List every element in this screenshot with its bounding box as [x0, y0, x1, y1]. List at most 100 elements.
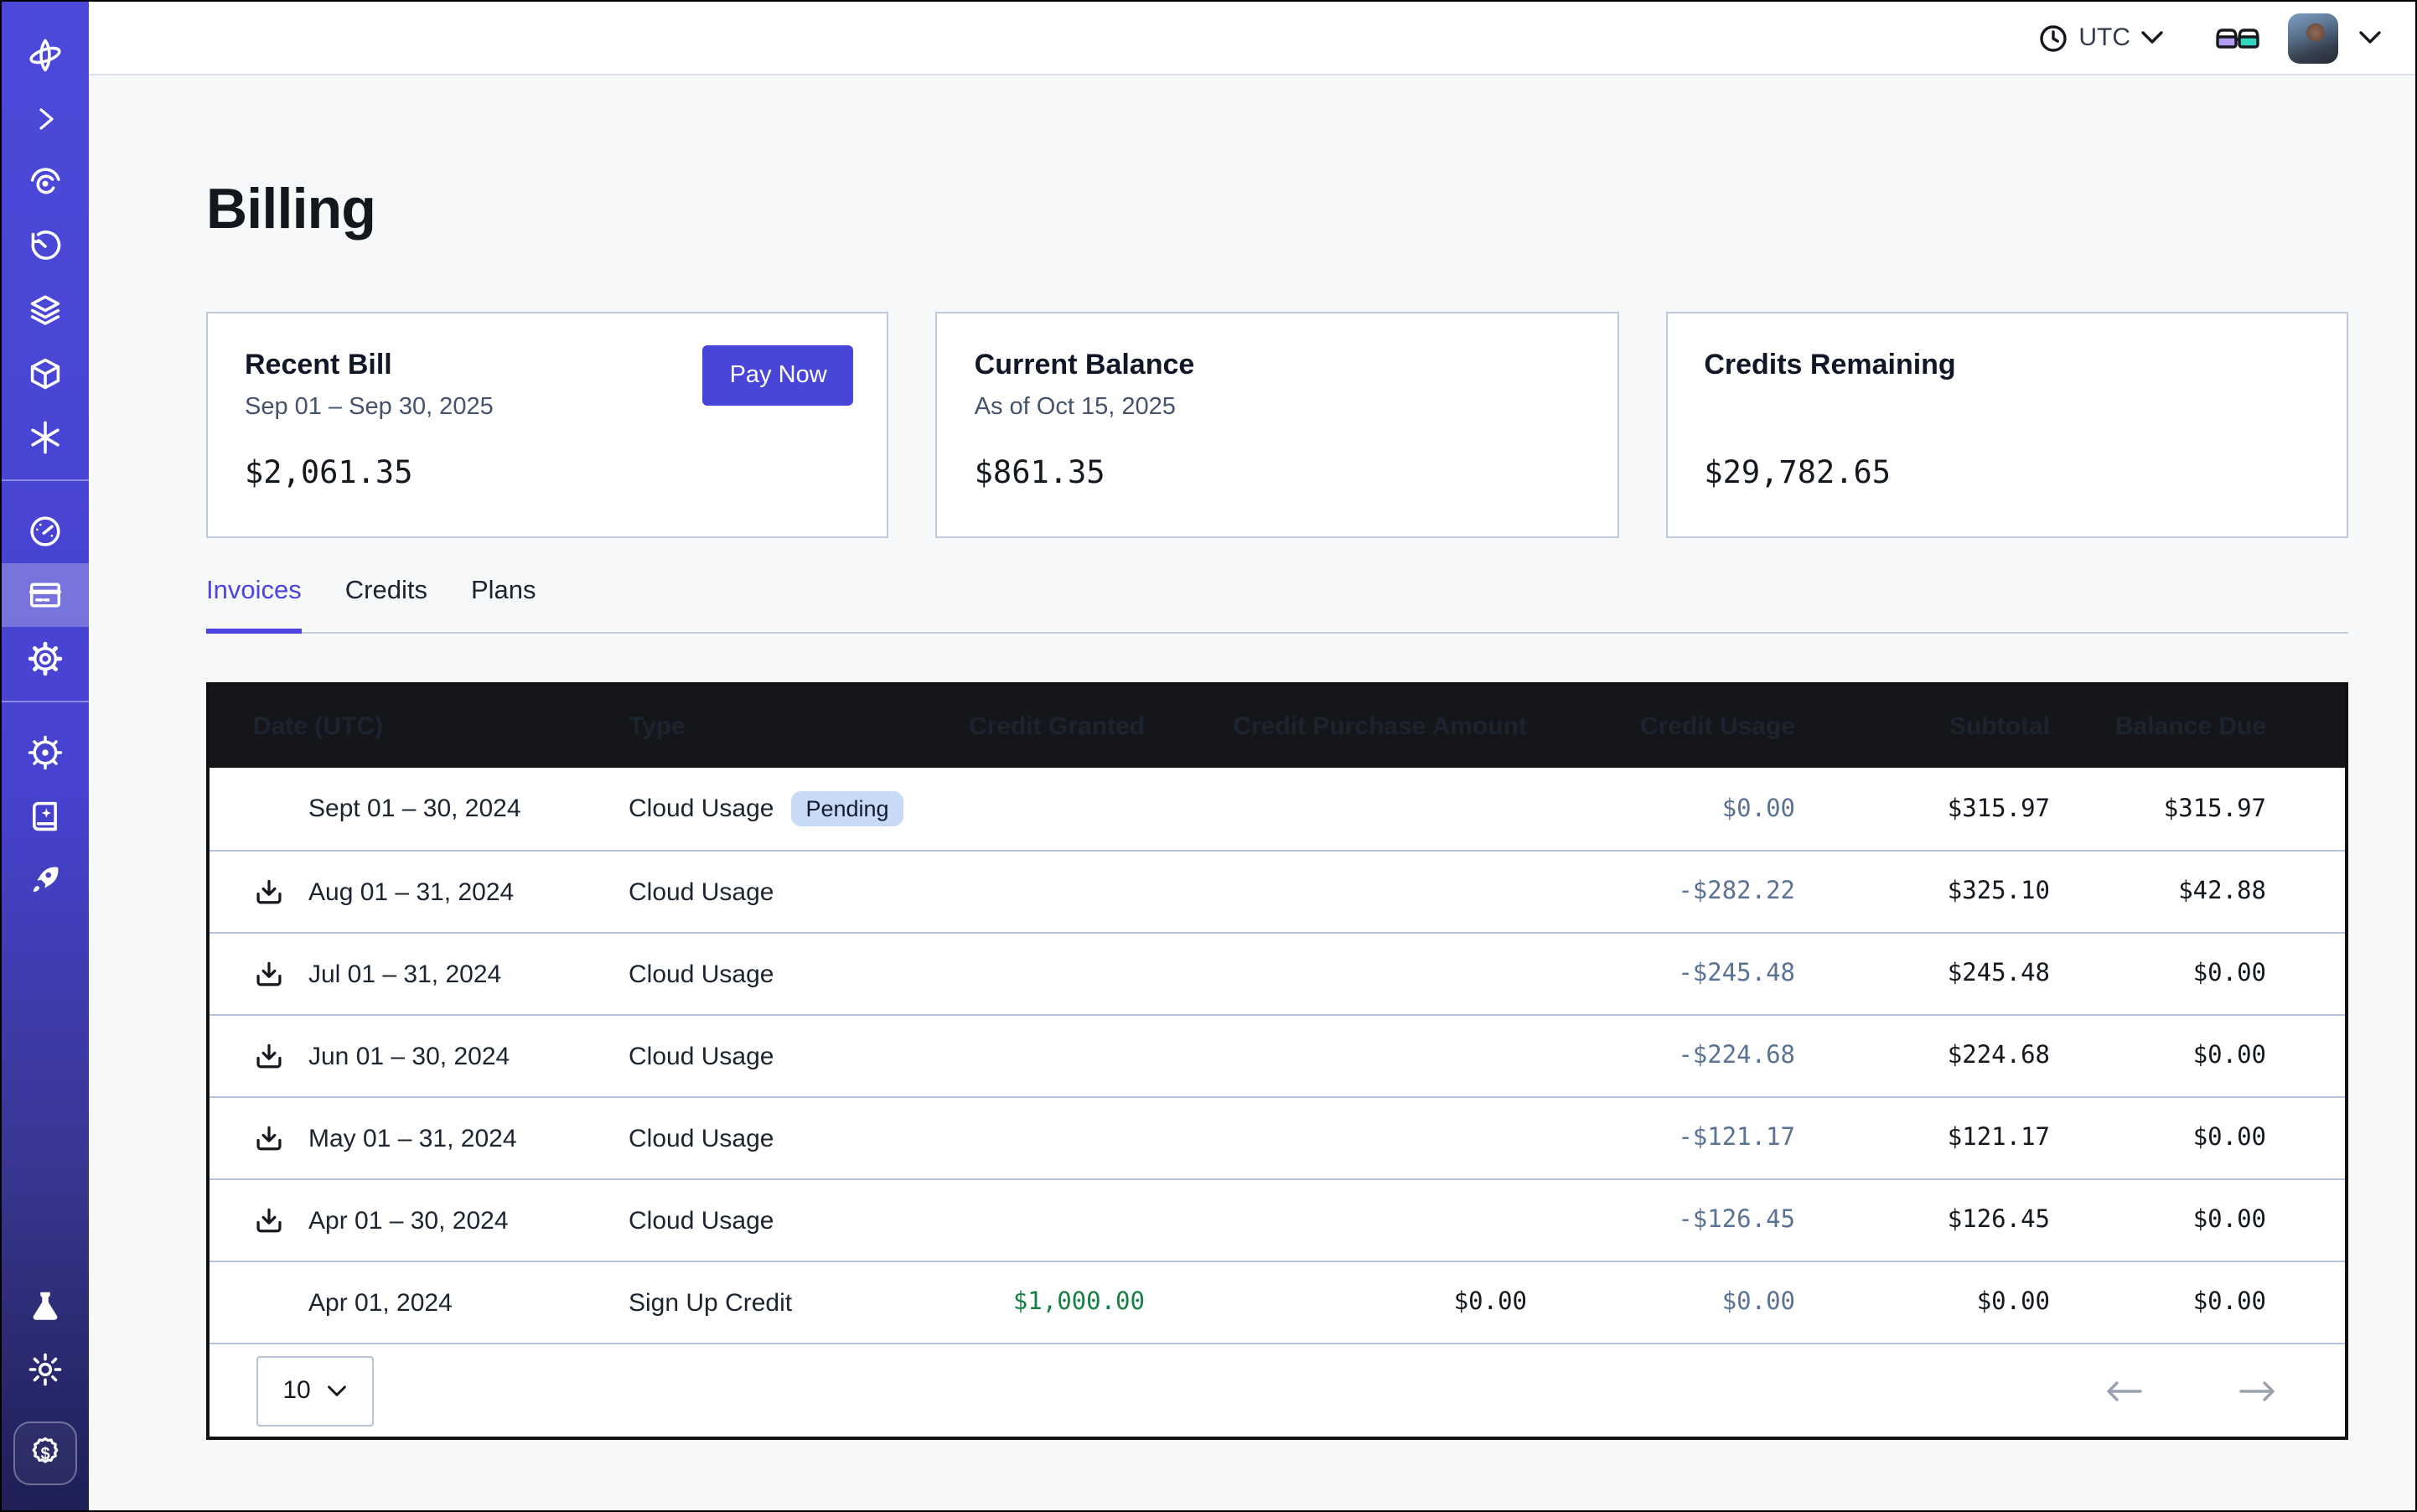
sidebar-item-theme[interactable] [2, 1338, 89, 1401]
table-footer: 10 [210, 1343, 2345, 1437]
pay-now-button[interactable]: Pay Now [703, 345, 854, 406]
sidebar-item-billing[interactable] [2, 563, 89, 627]
card-title: Credits Remaining [1704, 349, 2310, 382]
tab-credits[interactable]: Credits [345, 577, 427, 634]
column-header: Credit Purchase Amount [1145, 712, 1527, 741]
subtotal-value: $325.10 [1795, 878, 2050, 905]
column-header: Subtotal [1795, 712, 2050, 741]
sidebar-item-timer[interactable] [2, 215, 89, 278]
sidebar-item-helm[interactable] [2, 721, 89, 784]
balance-due-value: $0.00 [2050, 1043, 2266, 1069]
page-size-select[interactable]: 10 [256, 1355, 374, 1426]
chevron-down-icon[interactable] [2358, 30, 2382, 45]
radar-icon [27, 164, 64, 201]
sidebar-item-layers[interactable] [2, 278, 89, 342]
column-header: Credit Usage [1527, 712, 1795, 741]
sidebar-item-asterisk[interactable] [2, 406, 89, 469]
balance-due-value: $0.00 [2050, 1207, 2266, 1234]
current-balance-card: Current Balance As of Oct 15, 2025 $861.… [936, 312, 1619, 538]
glasses-icon [2214, 23, 2261, 53]
column-header: Balance Due [2050, 712, 2266, 741]
download-invoice-icon[interactable] [253, 956, 288, 992]
timezone-selector[interactable]: UTC [2038, 23, 2164, 53]
svg-text:$: $ [40, 1445, 49, 1463]
main-content: Billing Recent Bill Sep 01 – Sep 30, 202… [89, 75, 2415, 1510]
balance-due-value: $0.00 [2050, 1289, 2266, 1316]
chevron-right-icon [28, 102, 62, 136]
subtotal-value: $315.97 [1795, 795, 2050, 822]
cube-icon [27, 355, 64, 392]
table-row: Jun 01 – 30, 2024 Cloud Usage -$224.68 $… [210, 1014, 2345, 1096]
settings-gear-icon [27, 640, 64, 677]
subtotal-value: $245.48 [1795, 961, 2050, 987]
credit-purchase-value: $0.00 [1145, 1289, 1527, 1316]
recent-bill-amount: $2,061.35 [245, 456, 851, 491]
credit-usage-value: $0.00 [1527, 1289, 1795, 1316]
flask-icon [27, 1287, 64, 1324]
reader-mode-button[interactable] [2214, 23, 2261, 53]
download-invoice-icon[interactable] [253, 1121, 288, 1156]
invoice-date: Aug 01 – 31, 2024 [308, 878, 514, 906]
user-avatar[interactable] [2288, 13, 2338, 63]
credit-usage-value: -$245.48 [1527, 961, 1795, 987]
rocket-icon [27, 862, 64, 898]
sidebar-divider [2, 701, 89, 702]
sidebar-item-pricing[interactable]: $ [13, 1421, 77, 1485]
download-invoice-icon[interactable] [253, 874, 288, 909]
invoices-table: Date (UTC) Type Credit Granted Credit Pu… [206, 682, 2348, 1440]
invoice-date: May 01 – 31, 2024 [308, 1124, 517, 1152]
logo-icon [27, 37, 64, 74]
sidebar-item-labs[interactable] [2, 1274, 89, 1338]
credit-usage-value: -$126.45 [1527, 1207, 1795, 1234]
tab-invoices[interactable]: Invoices [206, 577, 302, 634]
table-row: Sept 01 – 30, 2024 Cloud Usage Pending $… [210, 768, 2345, 850]
tab-plans[interactable]: Plans [471, 577, 536, 634]
sidebar-item-radar[interactable] [2, 151, 89, 215]
credit-granted-value: $1,000.00 [910, 1289, 1145, 1316]
balance-due-value: $42.88 [2050, 878, 2266, 905]
chevron-down-icon [328, 1384, 348, 1397]
invoice-date: Sept 01 – 30, 2024 [308, 795, 521, 823]
download-invoice-icon[interactable] [253, 1038, 288, 1074]
card-title: Current Balance [975, 349, 1581, 382]
table-row: Apr 01 – 30, 2024 Cloud Usage -$126.45 $… [210, 1178, 2345, 1261]
sidebar-item-expand[interactable] [2, 87, 89, 151]
docs-book-icon [27, 798, 64, 835]
download-invoice-icon[interactable] [253, 1203, 288, 1238]
invoice-date: Apr 01 – 30, 2024 [308, 1206, 509, 1235]
table-header: Date (UTC) Type Credit Granted Credit Pu… [210, 686, 2345, 768]
sidebar-item-logo[interactable] [2, 23, 89, 87]
credit-usage-value: -$224.68 [1527, 1043, 1795, 1069]
sidebar-item-docs[interactable] [2, 784, 89, 848]
invoice-date: Jun 01 – 30, 2024 [308, 1042, 510, 1070]
clock-icon [2038, 23, 2068, 53]
table-row: Jul 01 – 31, 2024 Cloud Usage -$245.48 $… [210, 932, 2345, 1014]
balance-due-value: $0.00 [2050, 961, 2266, 987]
sidebar-item-cube[interactable] [2, 342, 89, 406]
sidebar-item-launch[interactable] [2, 848, 89, 912]
theme-sun-icon [27, 1351, 64, 1388]
invoice-type: Cloud Usage [629, 1042, 774, 1070]
subtotal-value: $121.17 [1795, 1125, 2050, 1152]
recent-bill-card: Recent Bill Sep 01 – Sep 30, 2025 $2,061… [206, 312, 889, 538]
chevron-down-icon [2140, 30, 2164, 45]
table-body: Sept 01 – 30, 2024 Cloud Usage Pending $… [210, 768, 2345, 1343]
credits-remaining-card: Credits Remaining $29,782.65 [1665, 312, 2348, 538]
subtotal-value: $224.68 [1795, 1043, 2050, 1069]
sidebar-bottom-group: $ [2, 1274, 89, 1510]
helm-icon [27, 734, 64, 771]
page-title: Billing [206, 171, 2348, 248]
summary-cards: Recent Bill Sep 01 – Sep 30, 2025 $2,061… [206, 312, 2348, 538]
arrow-left-icon[interactable] [2104, 1379, 2144, 1402]
credits-remaining-amount: $29,782.65 [1704, 456, 2310, 491]
billing-card-icon [27, 577, 64, 614]
column-header: Type [629, 712, 910, 741]
sidebar-item-settings[interactable] [2, 627, 89, 691]
layers-icon [27, 292, 64, 329]
sidebar-item-dashboard[interactable] [2, 500, 89, 563]
topbar: UTC [89, 2, 2415, 75]
invoice-type: Cloud Usage [629, 795, 774, 823]
invoice-type: Cloud Usage [629, 1124, 774, 1152]
pricing-dollar-icon: $ [25, 1433, 65, 1473]
arrow-right-icon[interactable] [2238, 1379, 2278, 1402]
